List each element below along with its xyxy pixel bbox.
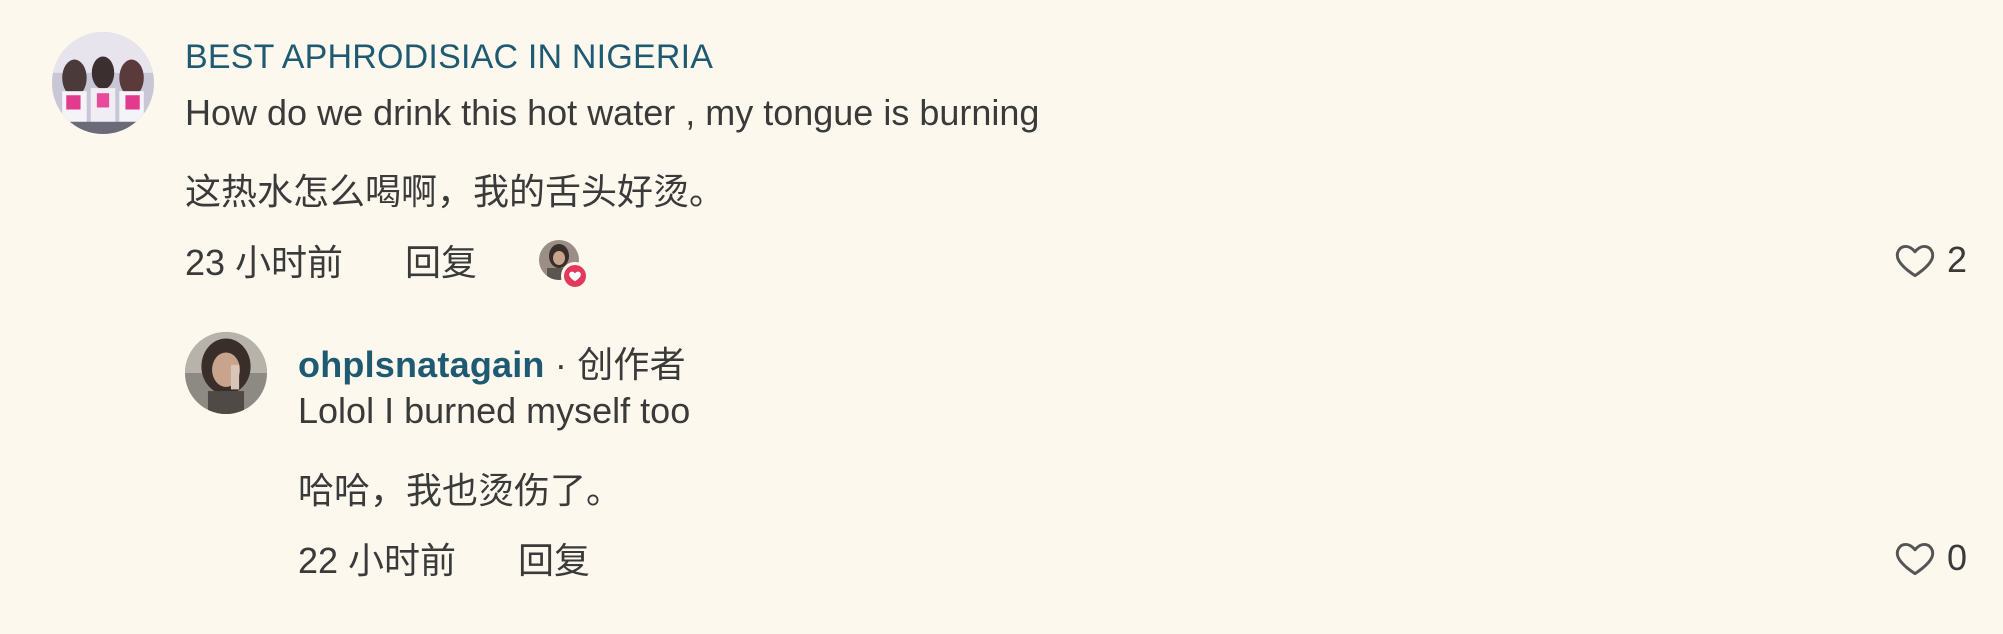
reply-meta: 22 小时前 回复 bbox=[298, 536, 590, 581]
avatar-image bbox=[52, 32, 154, 134]
comment-author[interactable]: BEST APHRODISIAC IN NIGERIA bbox=[185, 38, 713, 77]
like-count: 2 bbox=[1946, 239, 1967, 280]
reply-author-name[interactable]: ohplsnatagain bbox=[298, 344, 545, 385]
like-button[interactable]: 2 bbox=[1893, 238, 1967, 282]
reply-timestamp: 22 小时前 bbox=[298, 540, 457, 581]
reply-button[interactable]: 回复 bbox=[518, 532, 590, 584]
reply-author[interactable]: ohplsnatagain · 创作者 bbox=[298, 336, 686, 388]
heart-filled-icon bbox=[561, 262, 590, 290]
heart-outline-icon bbox=[1895, 542, 1935, 576]
avatar[interactable] bbox=[185, 332, 267, 414]
avatar[interactable] bbox=[52, 32, 154, 134]
like-count: 0 bbox=[1946, 537, 1967, 578]
reply-text: Lolol I burned myself too bbox=[298, 390, 691, 431]
creator-tag: · 创作者 bbox=[544, 344, 686, 385]
creator-liked-indicator bbox=[539, 240, 590, 290]
comment-meta: 23 小时前 回复 bbox=[185, 238, 590, 290]
comment-translation: 这热水怎么喝啊，我的舌头好烫。 bbox=[185, 171, 726, 212]
like-button[interactable]: 0 bbox=[1893, 536, 1967, 580]
reply-button[interactable]: 回复 bbox=[405, 234, 477, 286]
reply-translation: 哈哈，我也烫伤了。 bbox=[298, 470, 623, 511]
comment-text: How do we drink this hot water , my tong… bbox=[185, 92, 1040, 133]
reply-item: ohplsnatagain · 创作者 Lolol I burned mysel… bbox=[0, 300, 2003, 600]
comment-item: BEST APHRODISIAC IN NIGERIA How do we dr… bbox=[0, 0, 2003, 300]
avatar-image bbox=[185, 332, 267, 414]
comment-timestamp: 23 小时前 bbox=[185, 242, 344, 283]
heart-outline-icon bbox=[1895, 244, 1935, 278]
